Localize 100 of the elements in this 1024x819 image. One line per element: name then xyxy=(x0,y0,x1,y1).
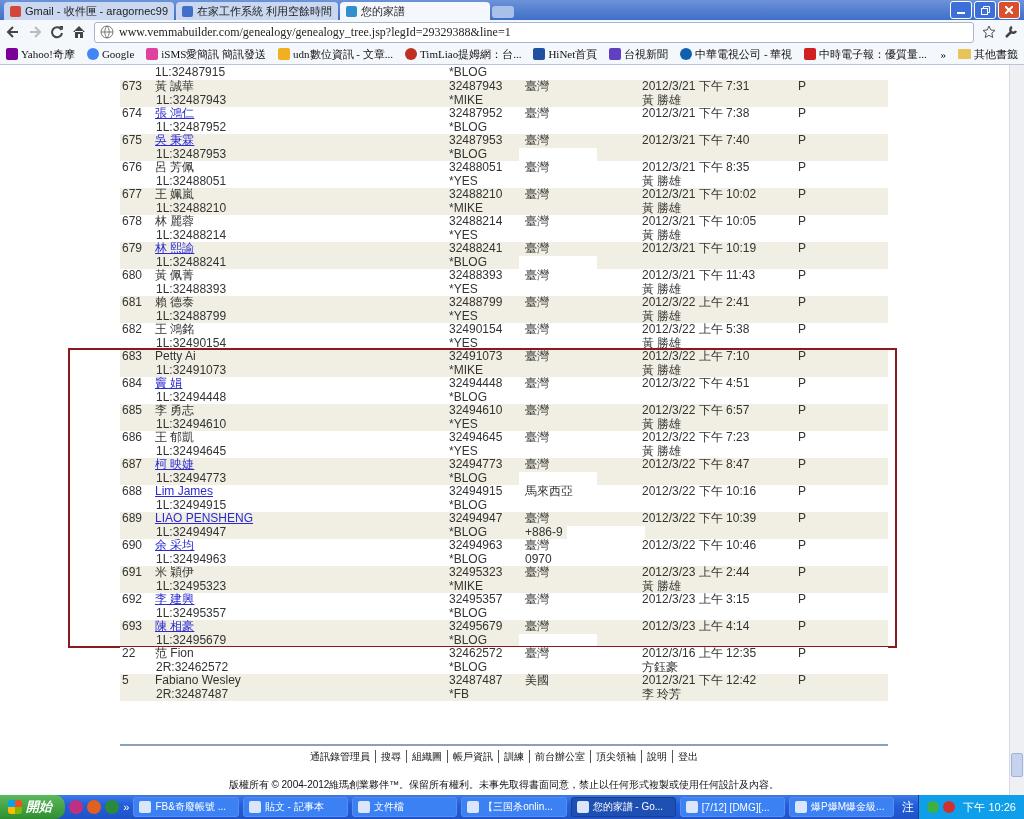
taskbar-button[interactable]: 文件檔 xyxy=(351,797,458,817)
sponsor-name: 黃 勝雄 xyxy=(642,417,682,431)
new-tab-button[interactable] xyxy=(492,6,515,18)
footer-link[interactable]: 組織圖 xyxy=(406,750,447,763)
row-number: 680 xyxy=(122,269,143,283)
taskbar-button[interactable]: FB&奇廢帳號 ... xyxy=(133,797,239,817)
copyright-text: 版權所有 © 2004-2012維瑪創業夥伴™。保留所有權利。未事先取得書面同意，禁止以任何形式複製或使用任何設計及內容。 xyxy=(228,778,780,792)
join-date: 2012/3/22 下午 4:51 xyxy=(642,377,750,391)
sponsor-name: 黃 勝雄 xyxy=(642,201,682,215)
source-tag: *MIKE xyxy=(449,201,483,215)
row-number: 676 xyxy=(122,161,143,175)
wrench-icon[interactable] xyxy=(1004,25,1018,39)
other-bookmarks[interactable]: 其他書籤 xyxy=(958,46,1018,62)
member-id: 32494610 xyxy=(449,404,503,418)
row-number: 678 xyxy=(122,215,143,229)
member-code: 1L:32494448 xyxy=(155,390,227,404)
member-id: 32494773 xyxy=(449,458,503,472)
status-code: P xyxy=(798,620,806,634)
member-name-link[interactable]: 李 建興 xyxy=(155,593,199,607)
footer-link[interactable]: 前台辦公室 xyxy=(529,750,590,763)
member-code: 1L:32491073 xyxy=(155,363,227,377)
join-date: 2012/3/22 上午 7:10 xyxy=(642,350,750,364)
footer-link[interactable]: 搜尋 xyxy=(375,750,406,763)
taskbar-button[interactable]: 【三国杀onlin... xyxy=(461,797,567,817)
member-name: Fabiano Wesley xyxy=(155,674,241,688)
member-name-link[interactable]: 竇 娟 xyxy=(155,377,187,391)
member-code: 1L:32494947 xyxy=(155,525,227,539)
star-icon[interactable] xyxy=(982,25,996,39)
windows-flag-icon xyxy=(8,800,22,814)
home-icon[interactable] xyxy=(72,25,86,39)
source-tag: *BLOG xyxy=(449,471,487,485)
browser-tab[interactable]: Gmail - 收件匣 - aragornec99 xyxy=(4,2,175,20)
bookmark[interactable]: Google xyxy=(86,48,135,60)
window-icon xyxy=(576,801,589,813)
country: 臺灣 xyxy=(525,512,549,526)
taskbar-button[interactable]: 您的家譜 - Go... xyxy=(570,797,676,817)
input-method-indicator[interactable]: 注 xyxy=(902,798,915,816)
member-name-link[interactable]: 柯 映婕 xyxy=(155,458,199,472)
more-apps-button[interactable]: » xyxy=(123,801,130,813)
taskbar-button[interactable]: [7/12] [DMG][... xyxy=(679,797,786,817)
row-number: 686 xyxy=(122,431,143,445)
scrollbar[interactable] xyxy=(1009,65,1024,795)
more-bookmarks-button[interactable]: » xyxy=(940,48,946,60)
forward-icon[interactable] xyxy=(28,25,42,39)
sponsor-name: 黃 勝雄 xyxy=(642,93,682,107)
scrollbar-thumb[interactable] xyxy=(1011,753,1023,777)
member-name-link[interactable]: 陳 相豪 xyxy=(155,620,199,634)
join-date: 2012/3/21 下午 7:40 xyxy=(642,134,750,148)
bookmark[interactable]: HiNet首頁 xyxy=(533,46,598,62)
join-date: 2012/3/22 上午 5:38 xyxy=(642,323,750,337)
address-bar[interactable]: www.vemmabuilder.com/genealogy/genealogy_tree.jsp?legId=29329388&line=1 xyxy=(94,21,974,43)
member-id: 32487952 xyxy=(449,107,503,121)
bookmark[interactable]: Yahoo!奇摩 xyxy=(6,46,75,62)
browser-tab[interactable]: 在家工作系統 利用空餘時間 xyxy=(176,2,339,20)
row-number: 693 xyxy=(122,620,143,634)
member-name-link[interactable]: 張 鴻仁 xyxy=(155,107,199,121)
window-icon xyxy=(795,801,808,813)
restore-button[interactable] xyxy=(974,1,996,19)
site-icon xyxy=(10,5,21,17)
taskbar-button[interactable]: 貼文 - 記事本 xyxy=(242,797,348,817)
sponsor-name: 黃 勝雄 xyxy=(642,363,682,377)
join-date: 2012/3/22 下午 8:47 xyxy=(642,458,750,472)
bookmark[interactable]: udn數位資訊 - 文章... xyxy=(278,46,394,62)
status-code: P xyxy=(798,134,806,148)
status-code: P xyxy=(798,80,806,94)
sponsor-name: 黃 勝雄 xyxy=(642,228,682,242)
bookmark[interactable]: iSMS愛簡訊 簡訊發送 xyxy=(146,46,267,62)
join-date: 2012/3/22 上午 2:41 xyxy=(642,296,750,310)
sponsor-name: 黃 勝雄 xyxy=(642,282,682,296)
member-name-link[interactable]: 林 熙諭 xyxy=(155,242,199,256)
source-tag: *BLOG xyxy=(449,67,487,80)
status-code: P xyxy=(798,161,806,175)
country: 臺灣 xyxy=(525,242,549,256)
sponsor-name: 李 玲芳 xyxy=(642,687,682,701)
footer-link[interactable]: 頂尖領袖 xyxy=(590,750,641,763)
reload-icon[interactable] xyxy=(50,25,64,39)
back-icon[interactable] xyxy=(6,25,20,39)
browser-tab[interactable]: 您的家譜 xyxy=(340,2,491,20)
member-code: 1L:32488799 xyxy=(155,309,227,323)
member-name-link[interactable]: 余 采均 xyxy=(155,539,199,553)
member-name-link[interactable]: 吳 秉霖 xyxy=(155,134,199,148)
close-button[interactable] xyxy=(998,1,1020,19)
footer-link[interactable]: 通訊錄管理員 xyxy=(305,750,375,763)
bookmark[interactable]: 台視新聞 xyxy=(609,46,669,62)
sponsor-name: 黃 勝雄 xyxy=(642,309,682,323)
taskbar-button[interactable]: 爆P爆M爆金級... xyxy=(789,797,895,817)
bookmark[interactable]: 中時電子報：優質量... xyxy=(804,46,927,62)
footer-link[interactable]: 說明 xyxy=(641,750,672,763)
footer-link[interactable]: 登出 xyxy=(672,750,703,763)
member-name-link[interactable]: LIAO PENSHENG xyxy=(155,512,258,526)
country: 臺灣 xyxy=(525,215,549,229)
row-number: 692 xyxy=(122,593,143,607)
footer-link[interactable]: 帳戶資訊 xyxy=(447,750,498,763)
country: 馬來西亞 xyxy=(525,485,573,499)
join-date: 2012/3/21 下午 11:43 xyxy=(642,269,756,283)
minimize-button[interactable] xyxy=(950,1,972,19)
bookmark[interactable]: TimLiao提姆網：台... xyxy=(405,46,522,62)
bookmark[interactable]: 中華電視公司 - 華視 xyxy=(680,46,793,62)
footer-link[interactable]: 訓練 xyxy=(498,750,529,763)
member-name-link[interactable]: Lim James xyxy=(155,485,217,499)
